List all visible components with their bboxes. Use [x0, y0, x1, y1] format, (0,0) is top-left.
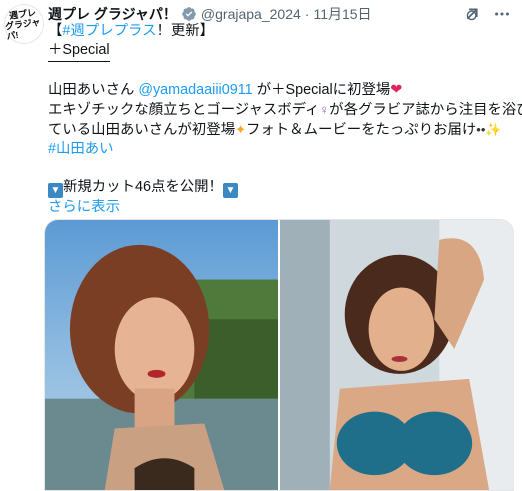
grok-icon[interactable]	[462, 4, 482, 24]
avatar[interactable]: 週プレ グラジャパ!	[1, 1, 47, 47]
bracket-open: 【	[48, 23, 63, 39]
special-label: ＋Special	[48, 41, 110, 62]
photo-right[interactable]	[280, 220, 513, 490]
line4-text-b: が各グラビア誌から注目を浴び	[329, 102, 522, 118]
post-line-3: 山田あいさん @yamadaaiii0911 が＋Specialに初登場❤	[48, 81, 508, 100]
line3-text-b: が＋Specialに初登場	[252, 82, 391, 98]
post-header: 週プレ グラジャパ！ @grajapa_2024 · 11月15日	[48, 4, 512, 24]
more-icon[interactable]	[492, 4, 512, 24]
post-line-2: ＋Special	[48, 41, 508, 62]
heart-emoji-icon: ❤	[390, 82, 403, 98]
line5-text: ている山田あいさんが初登場	[48, 122, 236, 138]
photo-right-image	[280, 220, 513, 490]
line7-text: 新規カット46点を公開！	[63, 179, 223, 195]
display-name[interactable]: 週プレ グラジャパ！	[48, 4, 177, 24]
hashtag-yamada-link[interactable]: #山田あい	[48, 141, 114, 157]
separator-dot: ·	[304, 6, 310, 22]
post-line-7: ▼ 新規カット46点を公開！ ▼	[48, 178, 508, 198]
line1-suffix: ！更新】	[156, 23, 215, 39]
photo-left-image	[45, 220, 278, 490]
hashtag-link[interactable]: #週プレプラス	[62, 23, 156, 39]
post-line-8: さらに表示	[48, 198, 508, 217]
post-line-5: ている山田あいさんが初登場✦フォト＆ムービーをたっぷりお届け••✨	[48, 120, 508, 140]
eyes-emoji-icon: ••	[476, 122, 486, 137]
post-line-1: 【#週プレプラス！更新】	[48, 22, 508, 41]
line5-text-b: フォト＆ムービーをたっぷりお届け	[246, 122, 477, 138]
show-more-link[interactable]: さらに表示	[48, 199, 120, 215]
down-arrow-emoji-icon-2: ▼	[222, 183, 238, 198]
post-line-6: #山田あい	[48, 140, 508, 159]
avatar-text-line2: グラジャパ!	[4, 16, 41, 42]
verified-badge-icon	[181, 6, 197, 22]
user-handle[interactable]: @grajapa_2024	[201, 6, 301, 22]
line4-text: エキゾチックな顔立ちとゴージャスボディ	[48, 102, 320, 118]
line3-text: 山田あいさん	[48, 82, 139, 98]
post-line-4: エキゾチックな顔立ちとゴージャスボディ♀が各グラビア誌から注目を浴び	[48, 100, 522, 120]
post-date[interactable]: 11月15日	[313, 4, 371, 24]
mention-link[interactable]: @yamadaaiii0911	[138, 82, 252, 98]
photo-left[interactable]	[45, 220, 278, 490]
media-grid	[44, 219, 514, 491]
post-body: 【#週プレプラス！更新】 ＋Special 山田あいさん @yamadaaiii…	[48, 22, 522, 217]
down-arrow-emoji-icon: ▼	[48, 183, 63, 198]
sparkles-emoji-icon: ✨	[485, 122, 502, 137]
dizzy-emoji-icon: ✦	[235, 122, 246, 137]
ring-emoji-icon: ♀	[319, 102, 330, 117]
